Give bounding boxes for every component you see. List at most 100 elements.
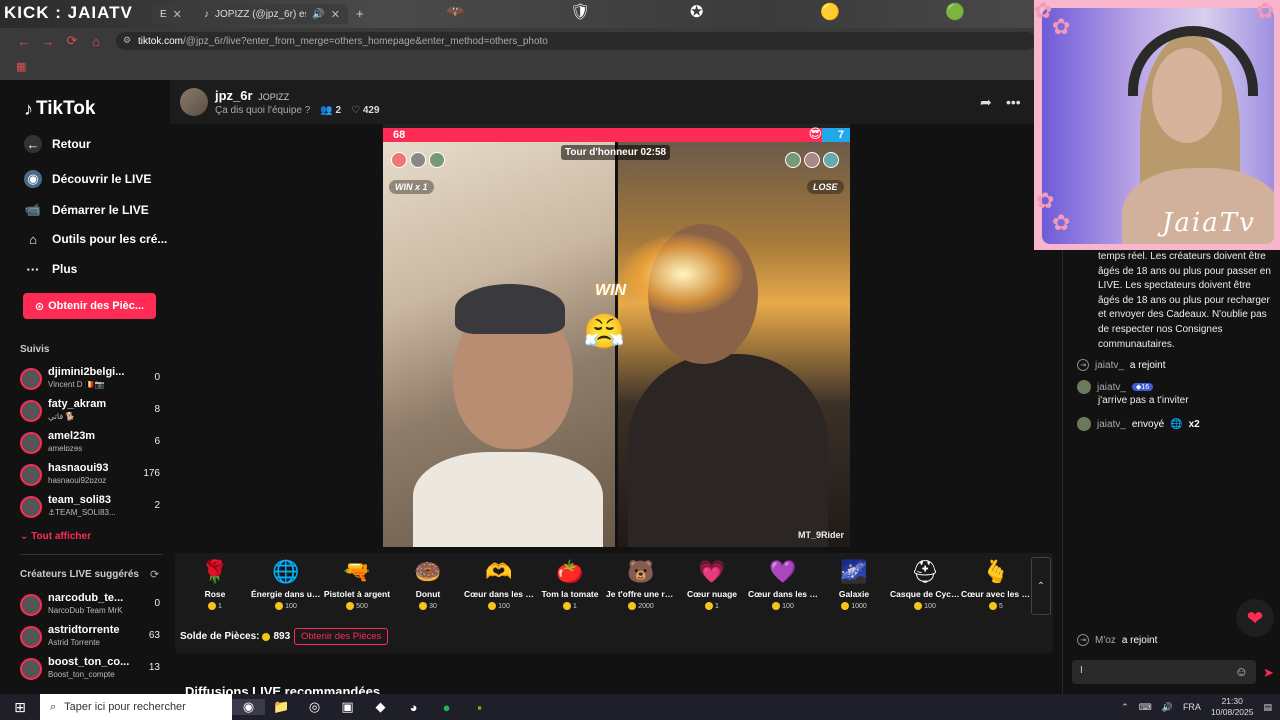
avatar[interactable] — [429, 152, 445, 168]
gift-item[interactable]: 🫰 Cœur avec les do... 5 — [961, 559, 1031, 610]
gift-name: Énergie dans un ... — [251, 589, 321, 599]
suggested-item[interactable]: boost_ton_co... Boost_ton_compte 13 — [20, 655, 160, 683]
sidebar-item-creator-tools[interactable]: ⌂ Outils pour les cré... — [24, 230, 167, 248]
chat-username[interactable]: M'oz — [1095, 635, 1116, 646]
following-item[interactable]: faty_akram فاتي 🐕 8 — [20, 397, 160, 425]
back-button[interactable]: ← Retour — [24, 135, 91, 153]
folder-icon[interactable]: 📁 — [265, 699, 298, 715]
back-arrow-icon[interactable]: ← — [12, 34, 36, 49]
chat-username[interactable]: jaiatv_ — [1095, 360, 1124, 371]
home-icon[interactable]: ⌂ — [84, 34, 108, 49]
gift-item[interactable]: 🫶 Cœur dans les m... 100 — [464, 559, 534, 610]
gift-item[interactable]: 🌹 Rose 1 — [180, 559, 250, 610]
site-info-icon[interactable]: ⚙ — [123, 35, 131, 46]
discord-icon[interactable]: ◕ — [397, 700, 430, 715]
chrome-icon[interactable]: ◉ — [232, 699, 265, 715]
share-icon[interactable]: ➦ — [980, 94, 992, 111]
following-title: Suivis — [20, 344, 50, 355]
avatar[interactable] — [823, 152, 839, 168]
apps-grid-icon[interactable]: ▦ — [16, 60, 26, 73]
coin-balance: Solde de Pièces: 893 — [180, 631, 290, 642]
store-icon[interactable]: ▣ — [331, 699, 364, 715]
following-sub: amelɒzɘs — [48, 444, 83, 453]
headset-icon — [1128, 26, 1258, 96]
host-name[interactable]: jpz_6r JOPIZZ — [215, 88, 289, 103]
language-indicator[interactable]: FRA — [1183, 702, 1201, 712]
live-stream-video[interactable]: 68 7 😎 Tour d'honneur 02:58 WIN x 1 LOSE… — [383, 124, 850, 547]
sidebar-item-more[interactable]: ··· Plus — [24, 260, 78, 278]
avatar[interactable] — [1077, 417, 1091, 431]
following-item[interactable]: djimini2belgi... Vincent D 🇧🇪📷 0 — [20, 365, 160, 393]
network-icon[interactable]: ⌨ — [1139, 702, 1152, 713]
gift-item[interactable]: 🍩 Donut 30 — [393, 559, 463, 610]
show-all-link[interactable]: ⌄ Tout afficher — [20, 531, 91, 542]
notifications-icon[interactable]: ▤ — [1263, 702, 1272, 713]
more-dots-icon[interactable]: ••• — [1006, 94, 1021, 110]
get-coins-button[interactable]: Obtenir des Pièces — [294, 628, 389, 645]
gift-expand-button[interactable]: ⌃ — [1031, 557, 1051, 615]
avatar[interactable] — [1077, 380, 1091, 394]
following-item[interactable]: team_soli83 ⚓TEAM_SOLI83... 2 — [20, 493, 160, 521]
host-avatar[interactable] — [180, 88, 208, 116]
clock[interactable]: 21:30 10/08/2025 — [1211, 696, 1254, 718]
obs-icon[interactable]: ◎ — [298, 699, 331, 715]
gift-item[interactable]: 🍅 Tom la tomate 1 — [535, 559, 605, 610]
avatar[interactable] — [410, 152, 426, 168]
spotify-icon[interactable]: ● — [430, 700, 463, 715]
tiktok-logo[interactable]: ♪ TikTok — [24, 98, 95, 120]
close-icon[interactable]: ✕ — [331, 8, 340, 21]
sidebar-item-discover-live[interactable]: ◉ Découvrir le LIVE — [24, 170, 151, 188]
chevron-up-icon[interactable]: ⌃ — [1121, 702, 1129, 713]
refresh-icon[interactable]: ⟳ — [150, 568, 159, 581]
gift-item[interactable]: 💜 Cœur dans les m... 100 — [748, 559, 818, 610]
gift-item[interactable]: 🌐 Énergie dans un ... 100 — [251, 559, 321, 610]
gift-item[interactable]: 🐻 Je t'offre une ros... 2000 — [606, 559, 676, 610]
gift-name: Cœur avec les do... — [961, 589, 1031, 599]
gift-price: 500 — [322, 602, 392, 610]
gift-item[interactable]: 💗 Cœur nuage 1 — [677, 559, 747, 610]
gift-item[interactable]: ⛑ Casque de Cyclis... 100 — [890, 559, 960, 610]
browser-tab-active[interactable]: ♪ JOPIZZ (@jpz_6r) est en LIV 🔊 ✕ — [196, 4, 348, 24]
suggested-item[interactable]: narcodub_te... NarcoDub Team MrK 0 — [20, 591, 160, 619]
suggested-name: astridtorrente — [48, 624, 120, 636]
gift-item[interactable]: 🌌 Galaxie 1000 — [819, 559, 889, 610]
windows-start-icon[interactable]: ⊞ — [0, 699, 40, 716]
chat-username[interactable]: jaiatv_ — [1097, 382, 1126, 393]
volume-icon[interactable]: 🔊 — [1162, 702, 1173, 713]
avatar[interactable] — [804, 152, 820, 168]
app-icon[interactable]: ◆ — [364, 699, 397, 715]
browser-tab-1[interactable]: E ✕ — [152, 4, 190, 24]
price-value: 30 — [429, 602, 437, 610]
flower-icon: ✿ — [1052, 14, 1071, 39]
viewer-count: 2 — [335, 105, 342, 116]
chat-username[interactable]: jaiatv_ — [1097, 419, 1126, 430]
url-field[interactable]: ⚙ tiktok.com/@jpz_6r/live?enter_from_mer… — [116, 32, 1036, 50]
speaker-icon[interactable]: 🔊 — [312, 9, 324, 20]
back-label: Retour — [52, 137, 91, 151]
following-item[interactable]: hasnaoui93 hasnaoui92ɒzoz 176 — [20, 461, 160, 489]
chat-input-value: I — [1080, 665, 1083, 676]
new-tab-button[interactable]: + — [356, 6, 364, 21]
emoji-icon[interactable]: ☺ — [1235, 664, 1248, 679]
send-icon[interactable]: ➤ — [1263, 665, 1274, 681]
avatar[interactable] — [785, 152, 801, 168]
following-name: team_soli83 — [48, 494, 111, 506]
gift-item[interactable]: 🔫 Pistolet à argent 500 — [322, 559, 392, 610]
suggested-item[interactable]: astridtorrente Astrid Torrente 63 — [20, 623, 160, 651]
search-icon: ⌕ — [50, 700, 57, 713]
chat-input[interactable]: I ☺ — [1072, 660, 1256, 684]
close-icon[interactable]: ✕ — [173, 8, 182, 21]
community-rules-text: temps réel. Les créateurs doivent être â… — [1098, 251, 1271, 350]
following-item[interactable]: amel23m amelɒzɘs 6 — [20, 429, 160, 457]
gift-name: Cœur nuage — [686, 589, 738, 599]
reload-icon[interactable]: ⟳ — [60, 33, 84, 49]
taskbar-search[interactable]: ⌕ Taper ici pour rechercher — [40, 694, 232, 720]
sidebar-item-start-live[interactable]: 📹 Démarrer le LIVE — [24, 201, 149, 219]
forward-arrow-icon[interactable]: → — [36, 34, 60, 49]
get-coins-button[interactable]: ⊙ Obtenir des Pièc... — [23, 293, 156, 319]
chat-message-text: j'arrive pas a t'inviter — [1098, 395, 1189, 406]
like-heart-button[interactable]: ❤ — [1236, 599, 1274, 637]
avatar[interactable] — [391, 152, 407, 168]
tiktok-note-icon: ♪ — [24, 98, 33, 119]
nvidia-icon[interactable]: ▪ — [463, 700, 496, 715]
